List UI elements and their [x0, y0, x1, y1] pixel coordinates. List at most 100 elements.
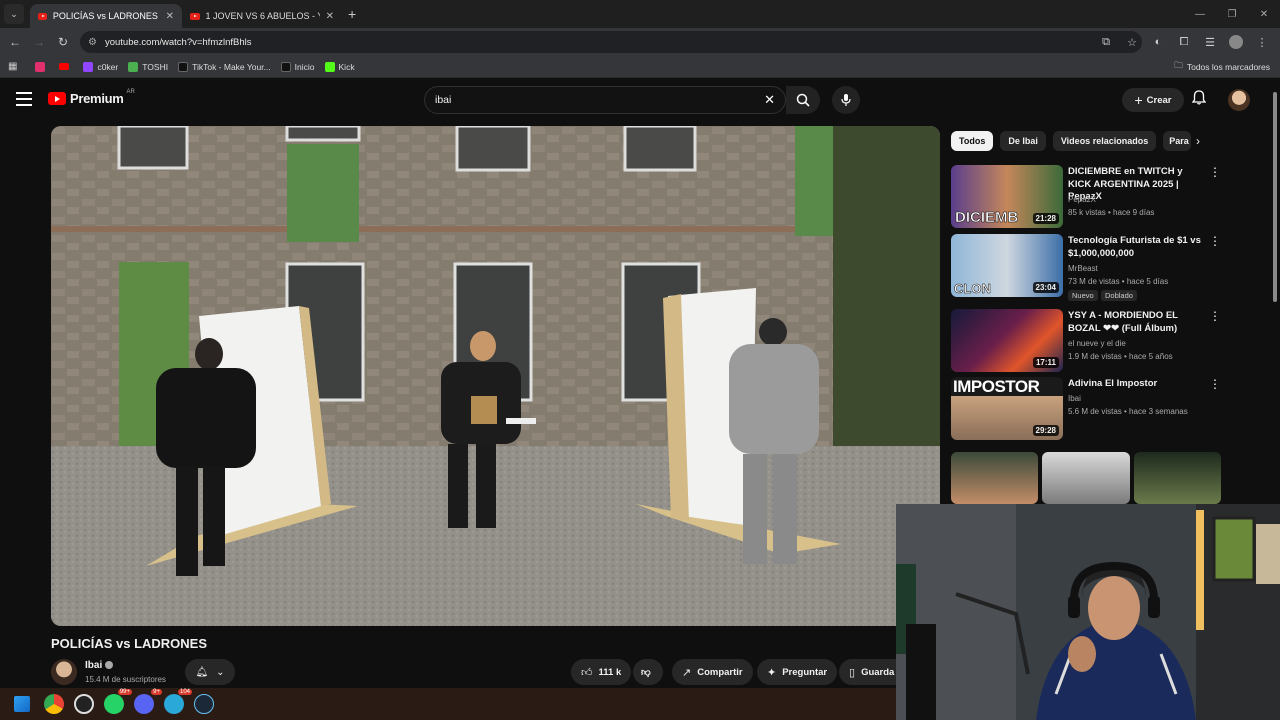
- ask-label: Preguntar: [782, 666, 828, 678]
- video-player[interactable]: [51, 126, 940, 626]
- rec-channel[interactable]: MrBeast: [1068, 264, 1098, 273]
- save-button[interactable]: ▯ Guarda: [839, 659, 901, 685]
- windows-start-icon[interactable]: [14, 696, 30, 712]
- chip-videos-relacionados[interactable]: Videos relacionados: [1052, 131, 1157, 151]
- minimize-icon[interactable]: —: [1184, 0, 1216, 28]
- more-options-icon[interactable]: ⋮: [1209, 166, 1221, 178]
- rec-title: Tecnología Futurista de $1 vs $1,000,000…: [1068, 235, 1201, 259]
- more-options-icon[interactable]: ⋮: [1209, 235, 1221, 247]
- browser-tab[interactable]: 1 JOVEN VS 6 ABUELOS - YouTube ✕: [182, 4, 342, 28]
- close-tab-icon[interactable]: ✕: [166, 11, 174, 22]
- bookmark-tiktok[interactable]: TikTok - Make Your...: [178, 58, 271, 76]
- back-icon[interactable]: ←: [3, 30, 27, 54]
- short-thumbnail[interactable]: [1133, 452, 1221, 504]
- channel-avatar[interactable]: [51, 659, 77, 685]
- rec-channel[interactable]: PepazX: [1068, 195, 1096, 204]
- voice-search-button[interactable]: [832, 86, 860, 114]
- subscription-bell-button[interactable]: 🔔︎ ⌄: [185, 659, 235, 685]
- install-app-icon[interactable]: ⧉: [1096, 32, 1116, 52]
- ask-button[interactable]: ✦ Preguntar: [757, 659, 838, 685]
- twitch-icon: [83, 61, 94, 72]
- chip-todos[interactable]: Todos: [951, 131, 994, 151]
- address-bar[interactable]: ⚙ youtube.com/watch?v=hfmzlnfBhls: [80, 31, 1142, 53]
- reload-icon[interactable]: ↻: [51, 30, 75, 54]
- whatsapp-icon[interactable]: 99+: [104, 689, 132, 714]
- new-tab-icon[interactable]: +: [348, 6, 356, 22]
- more-options-icon[interactable]: ⋮: [1209, 310, 1221, 322]
- video-thumbnail[interactable]: CLON 23:04: [951, 234, 1063, 297]
- extension-icon[interactable]: ◐: [1148, 32, 1168, 52]
- rec-meta: 85 k vistas • hace 9 días: [1068, 208, 1155, 217]
- recommendation-item[interactable]: DICIEMB 21:28 DICIEMBRE en TWITCH y KICK…: [951, 165, 1221, 229]
- sparkle-icon: ✦: [767, 666, 777, 679]
- steam-icon[interactable]: [194, 694, 214, 714]
- reading-list-icon[interactable]: ☰: [1200, 32, 1220, 52]
- obs-icon[interactable]: [74, 694, 94, 714]
- close-tab-icon[interactable]: ✕: [326, 11, 334, 22]
- rec-channel[interactable]: el nueve y el die: [1068, 339, 1126, 348]
- all-bookmarks-folder[interactable]: 🗀 Todos los marcadores: [1174, 60, 1270, 74]
- chip-de-ibai[interactable]: De Ibai: [1000, 131, 1046, 151]
- apps-grid-icon[interactable]: ▦: [8, 61, 17, 72]
- webcam-overlay: [896, 504, 1280, 720]
- video-thumbnail[interactable]: DICIEMB 21:28: [951, 165, 1063, 228]
- discord-icon[interactable]: 9+: [134, 689, 162, 714]
- bookmark-x-inicio[interactable]: Inicio: [280, 58, 315, 76]
- clear-search-icon[interactable]: ✕: [764, 92, 775, 108]
- user-avatar[interactable]: [1228, 89, 1250, 111]
- profile-icon[interactable]: [1226, 32, 1246, 52]
- site-info-icon[interactable]: ⚙: [88, 37, 97, 48]
- video-thumbnail[interactable]: 17:11: [951, 309, 1063, 372]
- chevron-right-icon[interactable]: ›: [1196, 134, 1200, 148]
- video-frame: [51, 126, 940, 626]
- browser-tab-strip: ⌄ POLICÍAS vs LADRONES - YouTube ✕ 1 JOV…: [0, 0, 1280, 28]
- bookmark-c0ker[interactable]: c0ker: [83, 58, 118, 76]
- recommendation-item[interactable]: 17:11 YSY A - MORDIENDO EL BOZAL ❤❤ (Ful…: [951, 309, 1221, 373]
- hamburger-menu-icon[interactable]: [16, 92, 32, 106]
- video-thumbnail[interactable]: IMPOSTOR 29:28: [951, 377, 1063, 440]
- shorts-strip: [951, 452, 1221, 504]
- chip-para[interactable]: Para: [1163, 131, 1192, 151]
- menu-dots-icon[interactable]: ⋮: [1252, 32, 1272, 52]
- thumbs-up-icon: 👍︎: [581, 666, 593, 679]
- bookmark-label: Kick: [338, 61, 355, 72]
- more-options-icon[interactable]: ⋮: [1209, 378, 1221, 390]
- bookmark-kick[interactable]: Kick: [324, 58, 355, 76]
- browser-tab-active[interactable]: POLICÍAS vs LADRONES - YouTube ✕: [30, 4, 182, 28]
- scrollbar-thumb[interactable]: [1273, 92, 1277, 302]
- bookmark-toshi[interactable]: TOSHI: [128, 58, 168, 76]
- tab-search-button[interactable]: ⌄: [4, 4, 24, 24]
- short-thumbnail[interactable]: [951, 452, 1039, 504]
- create-button[interactable]: + Crear: [1122, 88, 1184, 112]
- channel-name-wrap[interactable]: Ibai: [85, 660, 114, 671]
- video-duration: 29:28: [1032, 425, 1059, 436]
- dislike-button[interactable]: 👎︎: [633, 659, 663, 685]
- maximize-icon[interactable]: ❐: [1216, 0, 1248, 28]
- close-window-icon[interactable]: ✕: [1248, 0, 1280, 28]
- youtube-logo-icon: [48, 92, 66, 105]
- youtube-premium-logo[interactable]: Premium AR: [48, 89, 135, 106]
- video-duration: 17:11: [1032, 357, 1059, 368]
- dubbed-badge: Doblado: [1101, 290, 1137, 301]
- rec-channel[interactable]: Ibai: [1068, 394, 1081, 403]
- extensions-puzzle-icon[interactable]: ⧠: [1174, 32, 1194, 52]
- bookmark-youtube[interactable]: [59, 58, 73, 76]
- app-badge: 104: [177, 689, 192, 695]
- search-input[interactable]: ibai ✕: [424, 86, 786, 114]
- notifications-bell-icon[interactable]: [1191, 90, 1207, 108]
- bookmark-star-icon[interactable]: ☆: [1122, 32, 1142, 52]
- verified-icon: [105, 661, 114, 669]
- recommendation-item[interactable]: CLON 23:04 Tecnología Futurista de $1 vs…: [951, 234, 1221, 301]
- app-icon[interactable]: 104: [164, 689, 192, 714]
- bookmark-instagram[interactable]: [35, 58, 49, 76]
- all-bookmarks-label: Todos los marcadores: [1186, 61, 1270, 72]
- chrome-icon[interactable]: [44, 694, 64, 714]
- share-button[interactable]: ↗ Compartir: [672, 659, 753, 685]
- rec-meta: 5.6 M de vistas • hace 3 semanas: [1068, 407, 1188, 416]
- rec-meta: 73 M de vistas • hace 5 días: [1068, 277, 1169, 286]
- short-thumbnail[interactable]: [1042, 452, 1130, 504]
- search-button[interactable]: [786, 86, 820, 114]
- forward-icon[interactable]: →: [27, 30, 51, 54]
- like-button[interactable]: 👍︎ 111 k: [571, 659, 631, 685]
- recommendation-item[interactable]: IMPOSTOR 29:28 Adivina El Impostor Ibai …: [951, 377, 1221, 441]
